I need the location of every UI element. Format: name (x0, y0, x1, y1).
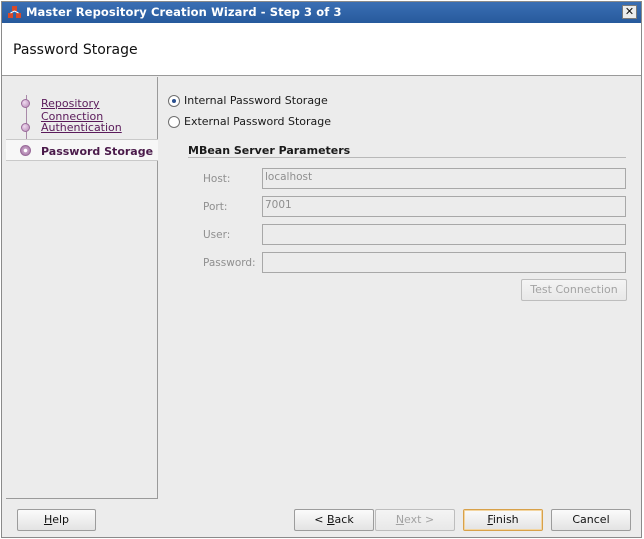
cancel-button[interactable]: Cancel (551, 509, 631, 531)
next-mnemonic: N (395, 513, 405, 526)
back-button[interactable]: < Back (294, 509, 374, 531)
finish-label: inish (492, 513, 519, 526)
help-mnemonic: H (43, 513, 53, 526)
test-connection-button: Test Connection (521, 279, 627, 301)
wizard-window: Master Repository Creation Wizard - Step… (1, 1, 642, 538)
user-field (262, 224, 626, 245)
next-button: Next > (375, 509, 455, 531)
nav-step-authentication[interactable]: Authentication (6, 116, 158, 138)
finish-button[interactable]: Finish (463, 509, 543, 531)
help-button[interactable]: Help (17, 509, 96, 531)
back-prefix: < (314, 513, 327, 526)
back-label: ack (334, 513, 354, 526)
port-label: Port: (203, 201, 228, 213)
close-button[interactable]: ✕ (622, 5, 637, 19)
host-field: localhost (262, 168, 626, 189)
section-divider (188, 157, 626, 158)
password-label: Password: (203, 257, 256, 269)
mbean-section-title: MBean Server Parameters (188, 144, 351, 157)
external-storage-label[interactable]: External Password Storage (184, 115, 331, 128)
title-bar: Master Repository Creation Wizard - Step… (2, 2, 641, 23)
odi-app-icon (7, 5, 22, 20)
nav-step-label: Password Storage (41, 145, 154, 158)
window-title: Master Repository Creation Wizard - Step… (26, 5, 342, 19)
back-mnemonic: B (327, 513, 335, 526)
password-field (262, 252, 626, 273)
step-bullet-icon (21, 99, 30, 108)
external-storage-radio[interactable] (168, 116, 180, 128)
nav-step-password-storage: Password Storage (6, 139, 158, 161)
nav-step-label[interactable]: Authentication (41, 121, 122, 134)
close-icon: ✕ (624, 5, 635, 18)
nav-step-repository-connection[interactable]: Repository Connection (6, 92, 158, 123)
user-label: User: (203, 229, 231, 241)
wizard-header: Password Storage (2, 23, 641, 76)
host-label: Host: (203, 173, 231, 185)
current-step-bullet-icon (20, 145, 31, 156)
step-bullet-icon (21, 123, 30, 132)
internal-storage-radio[interactable] (168, 95, 180, 107)
internal-storage-label[interactable]: Internal Password Storage (184, 94, 328, 107)
page-title: Password Storage (13, 42, 138, 58)
next-label: ext > (404, 513, 435, 526)
port-field: 7001 (262, 196, 626, 217)
help-label: elp (52, 513, 70, 526)
wizard-step-nav: Repository Connection Authentication Pas… (6, 77, 158, 499)
